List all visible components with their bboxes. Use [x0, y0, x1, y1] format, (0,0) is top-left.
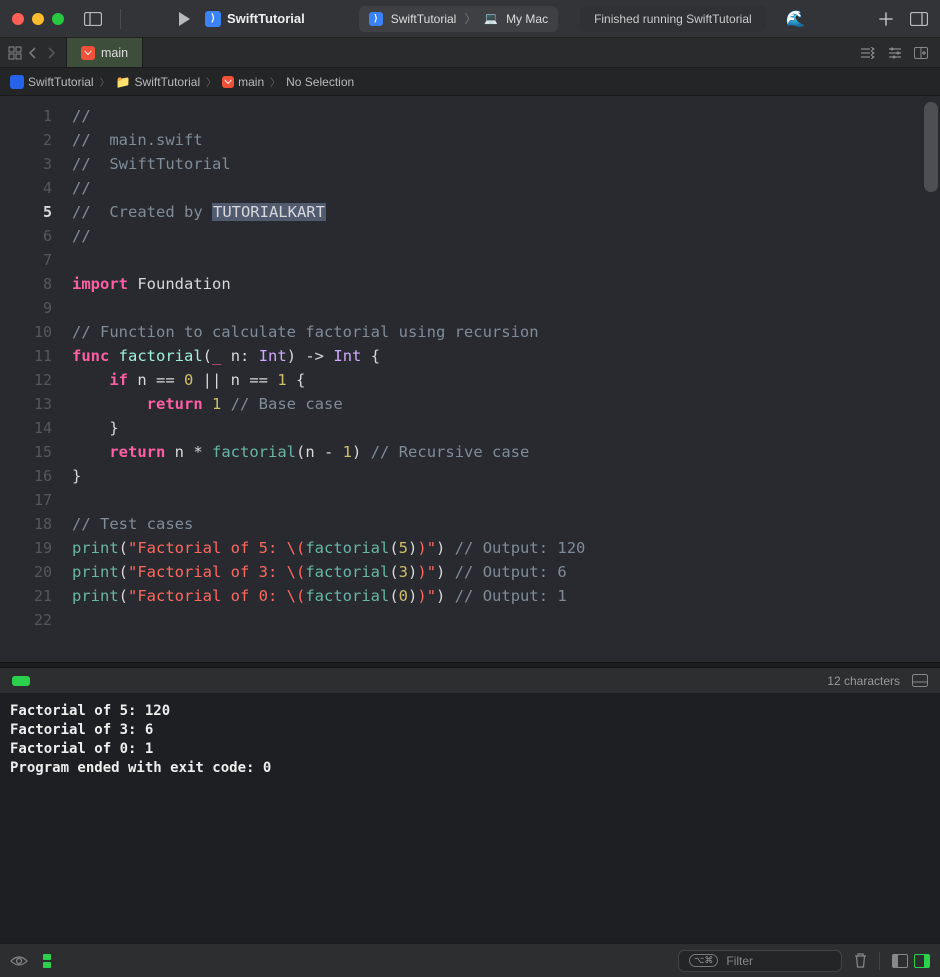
run-status-badge	[12, 676, 30, 686]
filter-shortcut-badge: ⌥⌘	[689, 954, 718, 967]
scheme-separator: 〉	[464, 10, 476, 27]
console-output[interactable]: Factorial of 5: 120Factorial of 3: 6Fact…	[0, 694, 940, 943]
add-tab-icon[interactable]	[878, 11, 894, 27]
breadcrumb-project[interactable]: SwiftTutorial	[10, 75, 94, 89]
chevron-right-icon: 〉	[270, 74, 280, 89]
breadcrumb-file[interactable]: main	[222, 75, 264, 89]
close-window-button[interactable]	[12, 13, 24, 25]
character-count: 12 characters	[827, 674, 900, 688]
code-editor[interactable]: 12345678910111213141516171819202122 ////…	[0, 96, 940, 662]
scheme-icon: ⟩	[369, 12, 383, 26]
scheme-selector[interactable]: ⟩ SwiftTutorial 〉 💻 My Mac	[359, 6, 558, 32]
destination-name: My Mac	[506, 12, 548, 26]
debug-bar: ⌥⌘ Filter	[0, 943, 940, 977]
console-view-icon[interactable]	[912, 674, 928, 687]
mac-icon: 💻	[484, 12, 498, 25]
tab-main[interactable]: main	[66, 38, 143, 67]
activity-status: Finished running SwiftTutorial	[580, 6, 766, 32]
activity-icon: 🌊	[786, 9, 806, 29]
editor-options-icon[interactable]	[860, 47, 876, 59]
filter-input[interactable]: ⌥⌘ Filter	[678, 950, 842, 972]
project-title: ⟩ SwiftTutorial	[205, 11, 305, 27]
left-sidebar-toggle-icon[interactable]	[84, 12, 102, 26]
breadcrumb: SwiftTutorial 〉 📁SwiftTutorial 〉 main 〉 …	[0, 68, 940, 96]
library-icon[interactable]	[910, 12, 928, 26]
folder-icon: 📁	[116, 75, 131, 89]
visibility-icon[interactable]	[10, 955, 28, 967]
nav-forward-icon[interactable]	[44, 47, 58, 59]
zoom-window-button[interactable]	[52, 13, 64, 25]
breadcrumb-selection[interactable]: No Selection	[286, 75, 354, 89]
filter-placeholder: Filter	[726, 954, 753, 968]
trash-icon[interactable]	[854, 953, 867, 968]
separator	[120, 9, 121, 29]
chevron-right-icon: 〉	[100, 74, 110, 89]
swift-file-icon	[81, 46, 95, 60]
line-gutter: 12345678910111213141516171819202122	[0, 96, 62, 662]
status-text: Finished running SwiftTutorial	[594, 12, 752, 26]
tab-bar: main	[0, 38, 940, 68]
console-header: 12 characters	[0, 668, 940, 694]
breadcrumb-folder[interactable]: 📁SwiftTutorial	[116, 75, 201, 89]
app-icon: ⟩	[205, 11, 221, 27]
project-name: SwiftTutorial	[227, 11, 305, 26]
titlebar: ⟩ SwiftTutorial ⟩ SwiftTutorial 〉 💻 My M…	[0, 0, 940, 38]
swift-file-icon	[222, 76, 234, 88]
scheme-name: SwiftTutorial	[391, 12, 457, 26]
tab-label: main	[101, 46, 128, 60]
project-icon	[10, 75, 24, 89]
scrollbar-thumb[interactable]	[924, 102, 938, 192]
nav-back-icon[interactable]	[26, 47, 40, 59]
breakpoint-icon[interactable]	[40, 953, 54, 969]
minimize-window-button[interactable]	[32, 13, 44, 25]
run-button-icon[interactable]	[177, 11, 191, 27]
code-area[interactable]: //// main.swift// SwiftTutorial//// Crea…	[62, 96, 940, 662]
related-items-icon[interactable]	[8, 46, 22, 60]
add-editor-icon[interactable]	[914, 47, 928, 59]
console-pane-toggle[interactable]	[914, 954, 930, 968]
adjust-editor-icon[interactable]	[888, 47, 902, 59]
chevron-right-icon: 〉	[206, 74, 216, 89]
window-controls	[12, 13, 64, 25]
variables-pane-toggle[interactable]	[892, 954, 908, 968]
debug-area-separator	[879, 952, 880, 970]
pane-toggle[interactable]	[892, 954, 930, 968]
